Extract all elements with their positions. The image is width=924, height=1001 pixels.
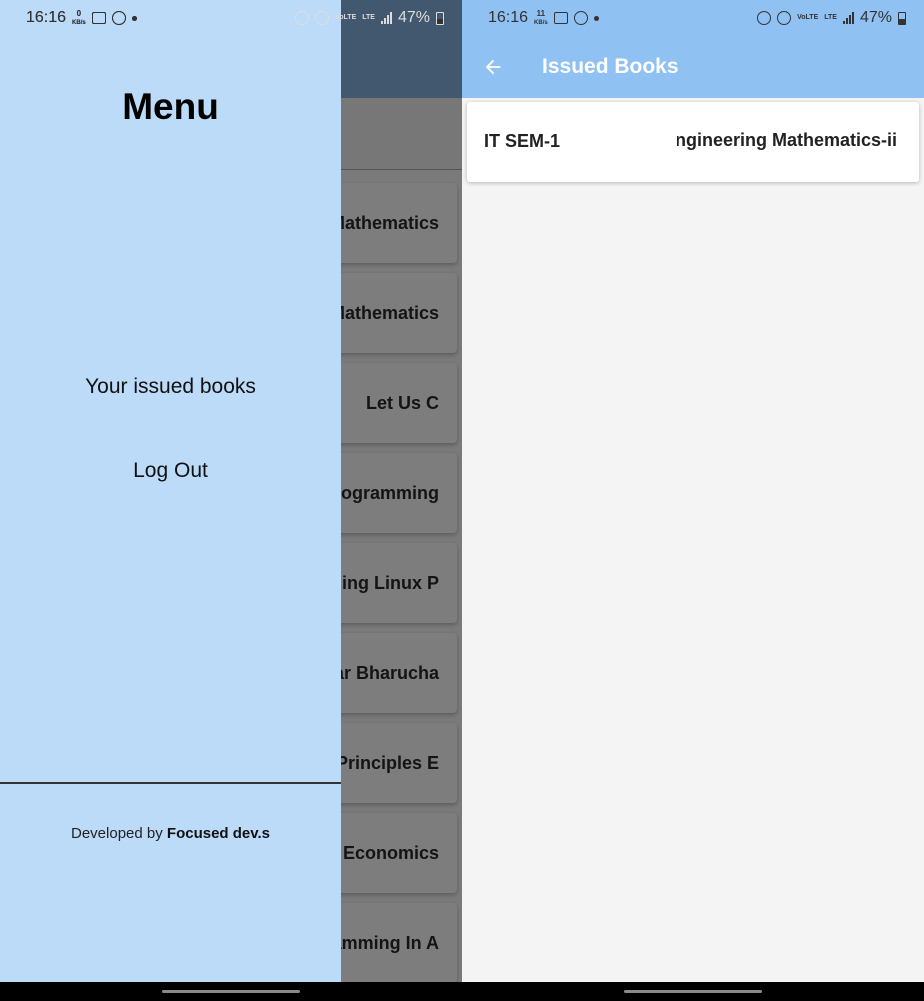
developer-credit: Developed by Focused dev.s [0, 825, 341, 842]
more-notifications-icon [593, 15, 599, 21]
book-title-viewport: Engineering Mathematics-ii [677, 130, 897, 156]
app-bar: Issued Books [462, 36, 924, 98]
book-title: Engineering Mathematics-ii [677, 130, 897, 150]
gallery-icon [91, 12, 106, 24]
drawer-title: Menu [122, 86, 219, 127]
background-book-title: Economics [342, 842, 439, 863]
battery-icon [898, 11, 906, 25]
gallery-icon [553, 12, 568, 24]
status-time: 16:16 [26, 9, 67, 26]
status-time: 16:16 [488, 9, 529, 26]
signal-icon [842, 12, 854, 24]
lte-indicator: LTE [362, 14, 375, 21]
status-bar: 16:16 11 KB/s VoLTE LTE 47% [462, 0, 924, 36]
hotspot-icon [777, 11, 792, 25]
drawer-item-issued-books[interactable]: Your issued books [0, 375, 341, 399]
drawer-divider [0, 782, 341, 784]
battery-percent: 47% [397, 9, 430, 26]
signal-icon [380, 12, 392, 24]
whatsapp-icon [573, 11, 588, 25]
issued-book-card[interactable]: IT SEM-1 Engineering Mathematics-ii [467, 102, 919, 182]
left-nav-bar [0, 982, 462, 1001]
network-speed: 11 KB/s [534, 8, 548, 26]
home-gesture-handle[interactable] [162, 990, 300, 993]
semester-label: IT SEM-1 [484, 131, 561, 151]
whatsapp-icon [111, 11, 126, 25]
battery-icon [436, 11, 444, 25]
credit-prefix: Developed by [71, 825, 167, 842]
home-gesture-handle[interactable] [624, 990, 762, 993]
right-nav-bar [462, 982, 924, 1001]
battery-percent: 47% [859, 9, 892, 26]
volte-indicator: VoLTE [797, 14, 819, 21]
credit-name: Focused dev.s [166, 825, 270, 842]
more-notifications-icon [131, 15, 137, 21]
drawer-item-log-out[interactable]: Log Out [0, 459, 341, 483]
navigation-drawer: 16:16 0 KB/s Menu Your issued books Log O… [0, 0, 341, 982]
left-screen: Engineering Mathematics Engineering Math… [0, 0, 462, 982]
alarm-icon [757, 11, 772, 25]
drawer-status-bar: 16:16 0 KB/s [0, 0, 341, 36]
lte-indicator: LTE [824, 14, 837, 21]
page-title: Issued Books [542, 55, 679, 78]
right-screen: 16:16 11 KB/s VoLTE LTE 47% Issued Books … [462, 0, 924, 982]
back-button[interactable] [462, 36, 524, 98]
network-speed: 0 KB/s [72, 8, 86, 26]
background-book-title: Let Us C [365, 392, 439, 413]
arrow-back-icon [485, 59, 501, 75]
